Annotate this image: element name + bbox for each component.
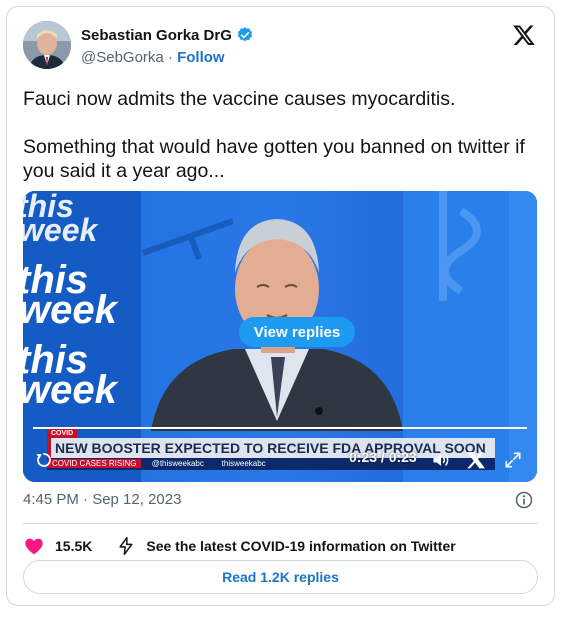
x-logo-overlay-icon[interactable] — [466, 450, 486, 470]
lower-third-tag: COVID — [47, 429, 78, 438]
view-replies-button[interactable]: View replies — [239, 317, 355, 347]
svg-text:week: week — [23, 212, 99, 248]
like-count: 15.5K — [55, 538, 93, 554]
svg-text:week: week — [23, 368, 119, 412]
x-logo-icon[interactable] — [512, 23, 536, 47]
ticker-label: COVID CASES RISING — [47, 459, 142, 468]
tweet-text: Fauci now admits the vaccine causes myoc… — [23, 88, 525, 182]
read-replies-button[interactable]: Read 1.2K replies — [23, 560, 538, 594]
video-time-readout: 0:23 / 0:23 — [349, 449, 417, 465]
handle-separator: · — [167, 49, 173, 66]
author-handle-row: @SebGorka · Follow — [81, 49, 225, 66]
like-button[interactable]: 15.5K — [23, 535, 92, 557]
author-avatar[interactable] — [23, 21, 71, 69]
info-icon[interactable] — [514, 490, 534, 510]
news-ticker: COVID CASES RISING @thisweekabc thisweek… — [47, 458, 495, 470]
svg-text:week: week — [23, 288, 119, 332]
fullscreen-icon[interactable] — [503, 450, 523, 470]
author-name[interactable]: Sebastian Gorka DrG — [81, 27, 232, 44]
lightning-bolt-icon — [119, 536, 133, 556]
author-handle[interactable]: @SebGorka — [81, 49, 164, 66]
heart-icon — [25, 538, 43, 555]
video-player[interactable]: this week this week this week — [23, 191, 537, 482]
verified-badge-icon — [237, 27, 253, 42]
tweet-timestamp[interactable]: 4:45 PM · Sep 12, 2023 — [23, 491, 181, 508]
follow-button[interactable]: Follow — [177, 49, 225, 66]
author-name-row[interactable]: Sebastian Gorka DrG — [81, 26, 254, 44]
replay-icon[interactable] — [35, 451, 53, 469]
video-progress-fill — [33, 427, 527, 429]
volume-icon[interactable] — [431, 450, 451, 470]
tweet-embed-card: Sebastian Gorka DrG @SebGorka · Follow F… — [6, 6, 555, 606]
covid-info-link[interactable]: See the latest COVID-19 information on T… — [116, 536, 456, 556]
ticker-handle-1: @thisweekabc — [151, 459, 204, 468]
divider — [23, 523, 538, 524]
avatar-image — [23, 21, 71, 69]
covid-info-label: See the latest COVID-19 information on T… — [146, 538, 456, 554]
tweet-actions: 15.5K See the latest COVID-19 informatio… — [23, 531, 456, 561]
ticker-handle-2: thisweekabc — [221, 459, 266, 468]
lower-third-headline: NEW BOOSTER EXPECTED TO RECEIVE FDA APPR… — [47, 438, 495, 458]
video-progress-bar[interactable] — [33, 427, 527, 429]
